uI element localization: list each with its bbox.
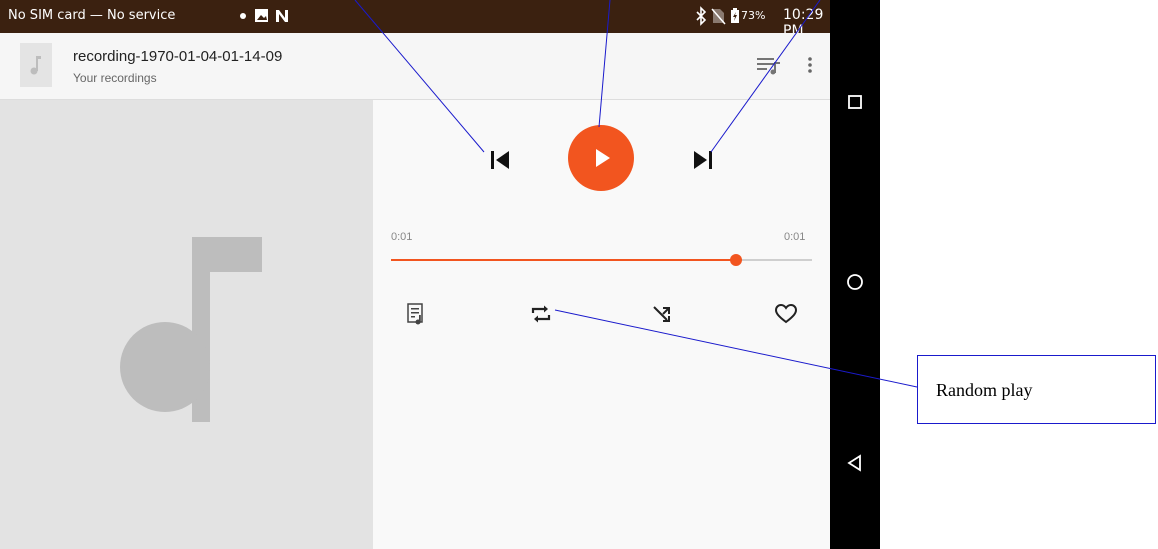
annotation-callout: Random play [917,355,1156,424]
callout-label: Random play [936,380,1033,400]
leader-line-random-play [554,309,918,388]
leader-line-next [710,0,821,153]
leader-line-previous [354,0,485,153]
annotation-lines [354,0,918,388]
leader-line-play [598,0,611,128]
